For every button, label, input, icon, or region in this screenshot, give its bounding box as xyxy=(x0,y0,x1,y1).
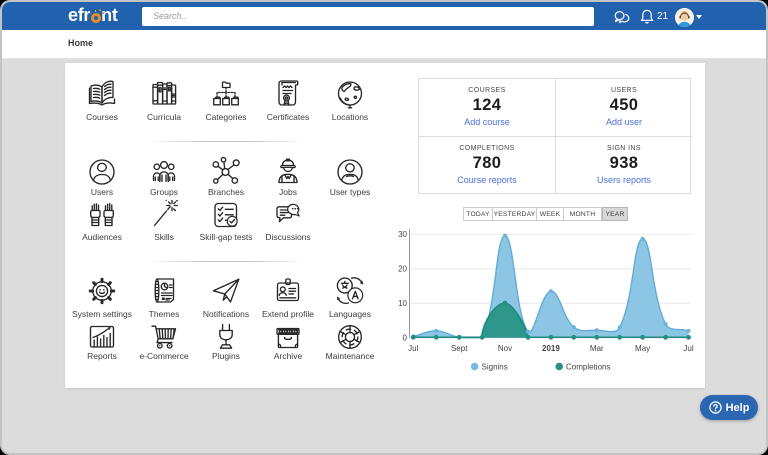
svg-text:Mar: Mar xyxy=(590,344,604,353)
svg-text:Sept: Sept xyxy=(451,344,468,353)
svg-text:0: 0 xyxy=(403,334,408,343)
svg-text:Nov: Nov xyxy=(498,344,512,353)
svg-text:20: 20 xyxy=(398,265,407,274)
svg-text:10: 10 xyxy=(398,299,407,308)
svg-text:May: May xyxy=(635,344,650,353)
svg-text:30: 30 xyxy=(398,230,407,239)
svg-text:Jul: Jul xyxy=(683,344,693,353)
svg-text:Jul: Jul xyxy=(408,344,418,353)
svg-text:2019: 2019 xyxy=(542,344,560,353)
svg-text:Signins: Signins xyxy=(482,362,508,371)
svg-text:Completions: Completions xyxy=(566,362,610,371)
